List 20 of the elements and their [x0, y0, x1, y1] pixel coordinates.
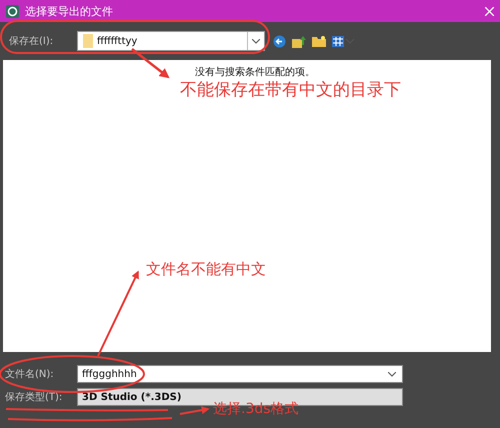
save-type-label: 保存类型(T):: [5, 390, 64, 404]
annotation-arrow: [131, 48, 170, 78]
new-folder-icon[interactable]: [312, 35, 326, 47]
annotation-arrow: [180, 406, 210, 415]
window-title: 选择要导出的文件: [25, 4, 114, 18]
up-folder-icon[interactable]: [292, 34, 306, 48]
caret-icon: [252, 38, 260, 44]
folder-icon: [83, 34, 93, 48]
back-icon[interactable]: [273, 34, 286, 48]
caret-icon: [388, 372, 396, 376]
app-icon: [6, 4, 19, 18]
folder-dropdown[interactable]: ffffffttyy: [77, 31, 265, 51]
close-icon[interactable]: [485, 6, 494, 16]
view-grid-icon[interactable]: [332, 36, 344, 46]
file-name-label: 文件名(N):: [5, 368, 55, 381]
annotation-note: 不能保存在带有中文的目录下: [180, 79, 401, 101]
file-name-field[interactable]: fffggghhhh: [77, 365, 403, 383]
save-in-label: 保存在(I):: [8, 35, 54, 48]
annotation-note: 文件名不能有中文: [146, 260, 266, 279]
empty-message: 没有与搜索条件匹配的项。: [195, 66, 315, 79]
